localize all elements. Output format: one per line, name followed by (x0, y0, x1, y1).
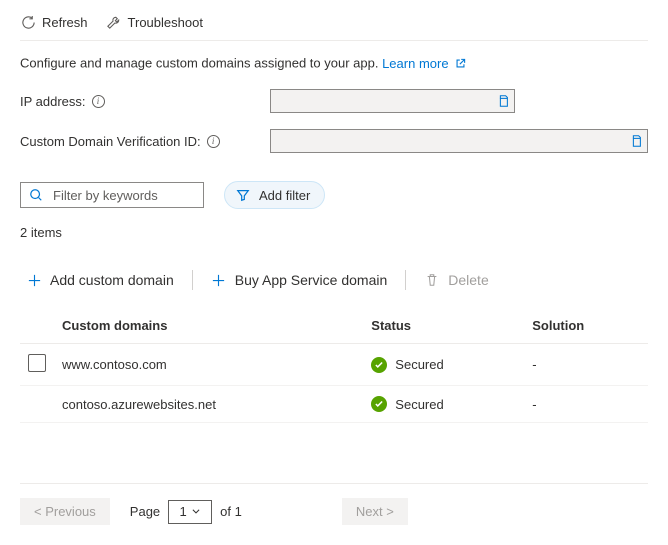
info-icon[interactable]: i (207, 135, 220, 148)
status-cell: Secured (371, 396, 443, 412)
learn-more-label: Learn more (382, 56, 448, 71)
status-text: Secured (395, 357, 443, 372)
info-icon[interactable]: i (92, 95, 105, 108)
next-button[interactable]: Next > (342, 498, 408, 525)
external-link-icon (453, 55, 469, 71)
refresh-icon (20, 14, 36, 30)
add-filter-label: Add filter (259, 188, 310, 203)
checkbox-header (20, 308, 54, 344)
troubleshoot-button[interactable]: Troubleshoot (106, 14, 203, 30)
ip-label-text: IP address: (20, 94, 86, 109)
ip-address-field[interactable] (270, 89, 515, 113)
status-cell: Secured (371, 357, 443, 373)
table-row[interactable]: contoso.azurewebsites.net Secured - (20, 386, 648, 423)
verification-label-text: Custom Domain Verification ID: (20, 134, 201, 149)
status-text: Secured (395, 397, 443, 412)
custom-domains-table: Custom domains Status Solution www.conto… (20, 308, 648, 423)
filter-row: Add filter (20, 181, 648, 209)
column-header-domain[interactable]: Custom domains (54, 308, 363, 344)
search-input[interactable] (51, 187, 231, 204)
table-row[interactable]: www.contoso.com Secured - (20, 344, 648, 386)
column-header-status[interactable]: Status (363, 308, 524, 344)
description-text: Configure and manage custom domains assi… (20, 55, 648, 71)
action-bar: Add custom domain Buy App Service domain… (20, 268, 648, 292)
page-of-label: of 1 (220, 504, 242, 519)
page-value: 1 (180, 504, 187, 519)
pager: < Previous Page 1 of 1 Next > (20, 483, 648, 525)
search-icon (29, 187, 43, 203)
search-box[interactable] (20, 182, 204, 208)
add-custom-domain-button[interactable]: Add custom domain (20, 268, 180, 292)
column-header-solution[interactable]: Solution (524, 308, 648, 344)
solution-cell: - (524, 344, 648, 386)
add-filter-button[interactable]: Add filter (224, 181, 325, 209)
domain-cell: www.contoso.com (54, 344, 363, 386)
ip-address-row: IP address: i (20, 89, 648, 113)
copy-icon[interactable] (627, 132, 645, 150)
plus-icon (211, 272, 227, 288)
divider (405, 270, 406, 290)
check-circle-icon (371, 357, 387, 373)
delete-button: Delete (418, 268, 494, 292)
ip-address-label: IP address: i (20, 94, 270, 109)
row-checkbox[interactable] (28, 354, 46, 372)
item-count: 2 items (20, 225, 648, 240)
page-select[interactable]: 1 (168, 500, 212, 524)
solution-cell: - (524, 386, 648, 423)
previous-button[interactable]: < Previous (20, 498, 110, 525)
buy-app-service-domain-button[interactable]: Buy App Service domain (205, 268, 394, 292)
plus-icon (26, 272, 42, 288)
learn-more-link[interactable]: Learn more (382, 55, 468, 71)
troubleshoot-label: Troubleshoot (128, 15, 203, 30)
page-label: Page (130, 504, 160, 519)
domain-cell: contoso.azurewebsites.net (54, 386, 363, 423)
check-circle-icon (371, 396, 387, 412)
refresh-label: Refresh (42, 15, 88, 30)
verification-id-label: Custom Domain Verification ID: i (20, 134, 270, 149)
divider (192, 270, 193, 290)
add-domain-label: Add custom domain (50, 272, 174, 288)
filter-icon (235, 187, 251, 203)
description-body: Configure and manage custom domains assi… (20, 56, 378, 71)
trash-icon (424, 272, 440, 288)
verification-id-field[interactable] (270, 129, 648, 153)
refresh-button[interactable]: Refresh (20, 14, 88, 30)
chevron-down-icon (191, 504, 201, 519)
copy-icon[interactable] (494, 92, 512, 110)
page-indicator: Page 1 of 1 (130, 500, 242, 524)
verification-id-row: Custom Domain Verification ID: i (20, 129, 648, 153)
wrench-icon (106, 14, 122, 30)
top-toolbar: Refresh Troubleshoot (20, 10, 648, 41)
delete-label: Delete (448, 272, 488, 288)
buy-domain-label: Buy App Service domain (235, 272, 388, 288)
